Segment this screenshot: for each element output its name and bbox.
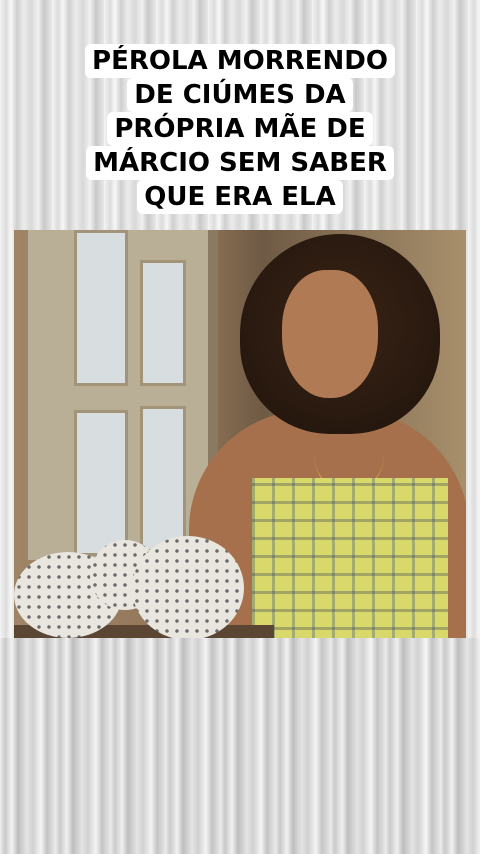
caption-line-4: MÁRCIO SEM SABER bbox=[86, 146, 394, 180]
video-frame[interactable] bbox=[14, 230, 466, 638]
caption-line-5: QUE ERA ELA bbox=[137, 180, 343, 214]
person-face bbox=[282, 270, 378, 398]
vase-right bbox=[132, 536, 244, 638]
blurred-background-bottom bbox=[0, 638, 480, 854]
window-pane bbox=[140, 260, 186, 386]
caption: PÉROLA MORRENDO DE CIÚMES DA PRÓPRIA MÃE… bbox=[60, 44, 420, 214]
caption-line-1: PÉROLA MORRENDO bbox=[85, 44, 395, 78]
plaid-dress bbox=[252, 478, 448, 638]
caption-line-2: DE CIÚMES DA bbox=[127, 78, 353, 112]
window-pane bbox=[140, 406, 186, 552]
caption-line-3: PRÓPRIA MÃE DE bbox=[107, 112, 373, 146]
window-pane bbox=[74, 410, 128, 556]
window-pane bbox=[74, 230, 128, 386]
